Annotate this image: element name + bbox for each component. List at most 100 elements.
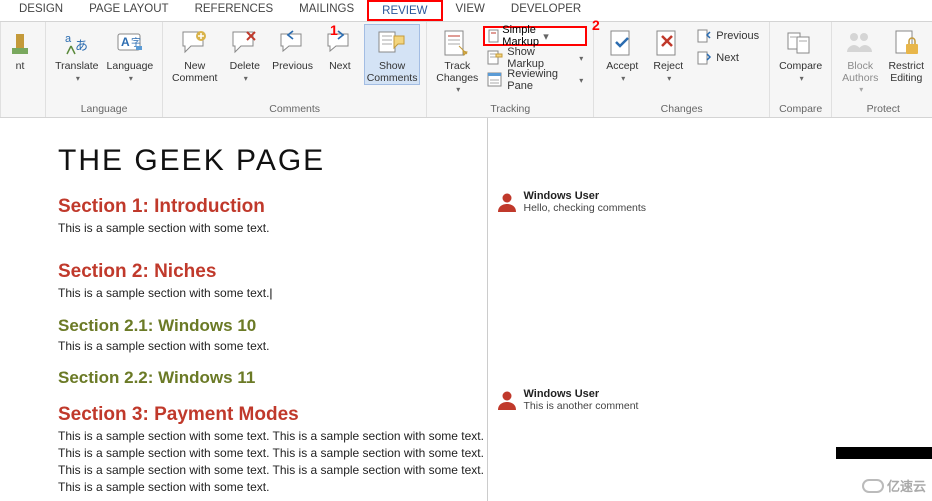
redaction-bar	[836, 447, 932, 459]
restrict-editing-icon	[890, 28, 922, 60]
heading-section2: Section 2: Niches	[58, 261, 487, 283]
reviewing-pane-button[interactable]: Reviewing Pane▾	[483, 70, 587, 90]
avatar-icon	[496, 388, 518, 410]
reject-button[interactable]: Reject ▾	[646, 24, 690, 85]
document-canvas[interactable]: THE GEEK PAGE Section 1: Introduction Th…	[0, 118, 488, 501]
cloud-icon	[862, 479, 884, 493]
heading-section22: Section 2.2: Windows 11	[58, 368, 487, 388]
ribbon: nt aあ Translate ▾ A字 Language ▾ Language	[0, 22, 932, 118]
show-comments-label: Show Comments	[367, 61, 418, 84]
comments-pane: Windows User Hello, checking comments Wi…	[488, 118, 932, 501]
callout-two: 2	[592, 17, 600, 33]
tab-references[interactable]: REFERENCES	[182, 0, 287, 21]
compare-button[interactable]: Compare ▾	[776, 24, 825, 85]
heading-section21: Section 2.1: Windows 10	[58, 316, 487, 336]
new-comment-label: New Comment	[172, 61, 218, 84]
block-authors-label: Block Authors	[842, 60, 878, 84]
group-label-changes: Changes	[600, 102, 763, 116]
group-label-language: Language	[52, 102, 156, 116]
block-authors-button[interactable]: Block Authors ▾	[838, 24, 882, 97]
previous-change-icon	[696, 28, 712, 44]
previous-comment-icon	[277, 28, 309, 60]
svg-text:A: A	[121, 35, 130, 49]
stamp-icon	[4, 28, 36, 60]
content-area: THE GEEK PAGE Section 1: Introduction Th…	[0, 118, 932, 501]
svg-text:a: a	[65, 33, 72, 45]
avatar-icon	[496, 190, 518, 212]
group-label-compare: Compare	[776, 102, 825, 116]
show-comments-icon	[376, 28, 408, 60]
next-change-icon	[696, 50, 712, 66]
delete-label: Delete	[230, 60, 260, 72]
tab-page-layout[interactable]: PAGE LAYOUT	[76, 0, 181, 21]
reject-label: Reject	[653, 60, 683, 72]
restrict-editing-label: Restrict Editing	[888, 61, 924, 84]
group-label-tracking: Tracking	[433, 102, 587, 116]
markup-selected-label: Simple Markup	[502, 24, 541, 48]
show-comments-button[interactable]: Show Comments	[364, 24, 420, 85]
tab-view[interactable]: VIEW	[443, 0, 498, 21]
tab-design[interactable]: DESIGN	[6, 0, 76, 21]
language-button[interactable]: A字 Language ▾	[104, 24, 156, 85]
block-authors-icon	[844, 28, 876, 60]
tab-mailings[interactable]: MAILINGS	[286, 0, 367, 21]
tab-developer[interactable]: DEVELOPER	[498, 0, 594, 21]
next-change-label: Next	[716, 52, 739, 64]
group-label-protect: Protect	[838, 102, 928, 116]
show-markup-icon	[487, 50, 503, 66]
language-label: Language	[107, 60, 154, 72]
text-section3: This is a sample section with some text.…	[58, 428, 487, 495]
text-section1: This is a sample section with some text.	[58, 220, 487, 237]
compare-icon	[785, 28, 817, 60]
next-comment-icon	[324, 28, 356, 60]
track-changes-label: Track Changes	[436, 60, 478, 84]
language-icon: A字	[114, 28, 146, 60]
new-comment-icon	[179, 28, 211, 60]
show-markup-label: Show Markup	[507, 46, 573, 70]
comment-author: Windows User	[524, 388, 639, 400]
reject-icon	[652, 28, 684, 60]
next-comment-label: Next	[329, 61, 351, 73]
doc-title: THE GEEK PAGE	[58, 144, 487, 178]
text-section2: This is a sample section with some text.	[58, 285, 487, 302]
translate-button[interactable]: aあ Translate ▾	[52, 24, 102, 85]
next-change-button[interactable]: Next	[692, 48, 763, 68]
heading-section3: Section 3: Payment Modes	[58, 404, 487, 426]
compare-label: Compare	[779, 60, 822, 72]
comment-item[interactable]: Windows User Hello, checking comments	[496, 190, 925, 214]
text-section21: This is a sample section with some text.	[58, 338, 487, 355]
previous-change-button[interactable]: Previous	[692, 26, 763, 46]
tab-review[interactable]: REVIEW	[367, 0, 442, 21]
accept-icon	[606, 28, 638, 60]
markup-display-dropdown[interactable]: Simple Markup ▾	[483, 26, 587, 46]
comment-author: Windows User	[524, 190, 647, 202]
ribbon-tabs: DESIGN PAGE LAYOUT REFERENCES MAILINGS R…	[0, 0, 932, 22]
comment-text: Hello, checking comments	[524, 202, 647, 214]
next-comment-button[interactable]: Next	[318, 24, 362, 74]
delete-comment-button[interactable]: Delete ▾	[222, 24, 267, 85]
previous-comment-label: Previous	[272, 61, 313, 73]
track-changes-button[interactable]: Track Changes ▾	[433, 24, 481, 97]
watermark-text: 亿速云	[887, 476, 926, 495]
translate-label: Translate	[55, 60, 98, 72]
callout-one: 1	[330, 22, 338, 38]
previous-change-label: Previous	[716, 30, 759, 42]
heading-section1: Section 1: Introduction	[58, 196, 487, 218]
restrict-editing-button[interactable]: Restrict Editing	[884, 24, 928, 85]
comment-item[interactable]: Windows User This is another comment	[496, 388, 925, 412]
group-label-comments: Comments	[169, 102, 420, 116]
reviewing-pane-label: Reviewing Pane	[507, 68, 573, 92]
accept-label: Accept	[606, 60, 638, 72]
svg-text:あ: あ	[75, 38, 88, 53]
watermark: 亿速云	[862, 476, 926, 495]
new-comment-button[interactable]: New Comment	[169, 24, 220, 85]
markup-icon	[488, 29, 502, 43]
delete-comment-icon	[229, 28, 261, 60]
accept-button[interactable]: Accept ▾	[600, 24, 644, 85]
comment-text: This is another comment	[524, 400, 639, 412]
previous-comment-button[interactable]: Previous	[269, 24, 316, 74]
reviewing-pane-icon	[487, 72, 503, 88]
translate-icon: aあ	[61, 28, 93, 60]
clipped-button[interactable]: nt	[1, 24, 39, 74]
show-markup-button[interactable]: Show Markup▾	[483, 48, 587, 68]
